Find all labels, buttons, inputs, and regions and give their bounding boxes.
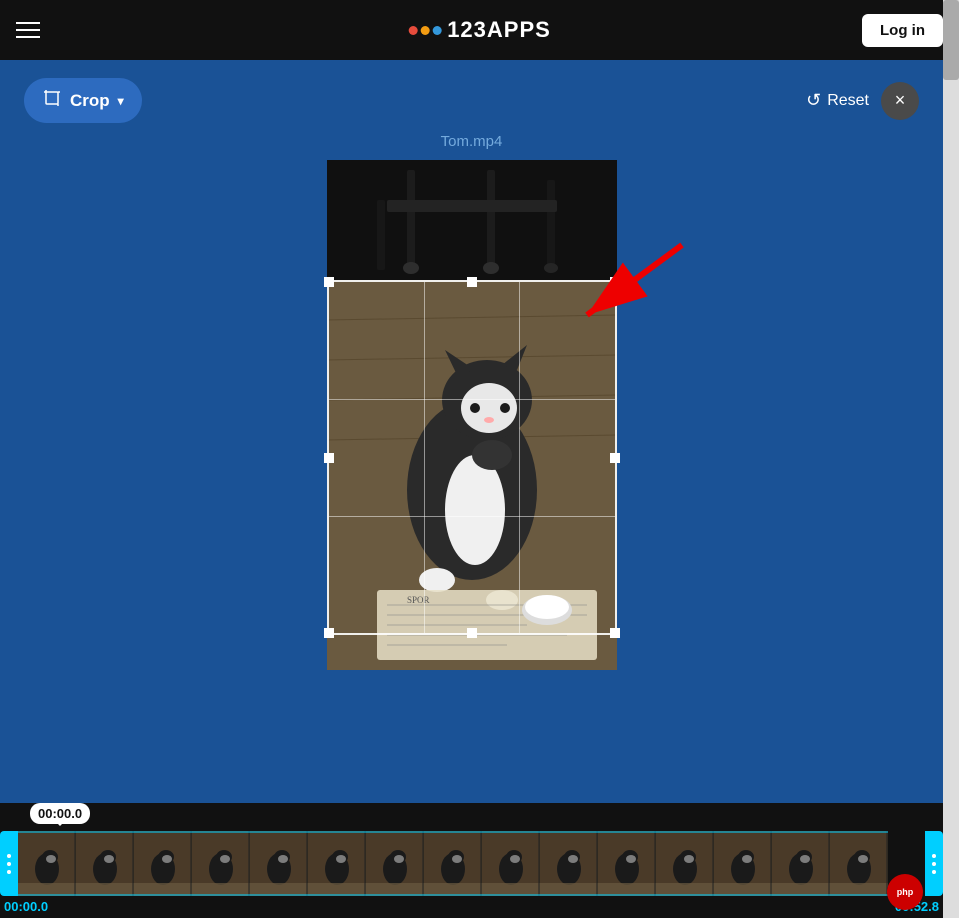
- scrollbar[interactable]: [943, 0, 959, 918]
- crop-handle-br[interactable]: [610, 628, 620, 638]
- logo: 123APPS: [408, 17, 551, 43]
- hamburger-menu[interactable]: [16, 22, 40, 38]
- dot2: [7, 862, 11, 866]
- crop-grid: [329, 282, 615, 633]
- crop-handle-tm[interactable]: [467, 277, 477, 287]
- logo-text: 123APPS: [447, 17, 551, 43]
- toolbar-right: ↺ Reset ×: [806, 82, 919, 120]
- login-button[interactable]: Log in: [862, 14, 943, 47]
- crop-handle-mr[interactable]: [610, 453, 620, 463]
- grid-line-v2: [519, 282, 520, 633]
- crop-button[interactable]: Crop ▾: [24, 78, 142, 123]
- close-icon: ×: [895, 90, 906, 111]
- dot-red: [408, 26, 417, 35]
- dot1: [7, 854, 11, 858]
- thumbnails-strip: [18, 831, 925, 896]
- thumbnail-frames-svg: [18, 831, 888, 896]
- timeline-handle-right[interactable]: [925, 831, 943, 896]
- dot-yellow: [420, 26, 429, 35]
- grid-line-h2: [329, 516, 615, 517]
- time-tooltip: 00:00.0: [30, 803, 90, 824]
- grid-line-h1: [329, 399, 615, 400]
- crop-label: Crop: [70, 91, 110, 111]
- crop-selection[interactable]: [327, 280, 617, 635]
- handle-dots-right: [932, 854, 936, 874]
- red-arrow-annotation: [567, 240, 697, 330]
- reset-button[interactable]: ↺ Reset: [806, 90, 869, 111]
- timeline-area: 00:00.0: [0, 803, 943, 918]
- crop-handle-bl[interactable]: [324, 628, 334, 638]
- php-badge: php: [887, 874, 923, 910]
- crop-handle-bm[interactable]: [467, 628, 477, 638]
- timeline-track: [0, 831, 943, 896]
- navbar: 123APPS Log in: [0, 0, 959, 60]
- dot3: [932, 870, 936, 874]
- toolbar: Crop ▾ ↺ Reset ×: [0, 60, 943, 123]
- time-labels: 00:00.0 00:52.8: [0, 899, 943, 914]
- crop-handle-ml[interactable]: [324, 453, 334, 463]
- dot3: [7, 870, 11, 874]
- grid-line-v1: [424, 282, 425, 633]
- dropdown-arrow-icon: ▾: [118, 94, 124, 108]
- file-title: Tom.mp4: [0, 133, 943, 150]
- logo-dots: [408, 26, 441, 35]
- close-button[interactable]: ×: [881, 82, 919, 120]
- reset-icon: ↺: [806, 90, 821, 111]
- crop-icon: [42, 88, 62, 113]
- reset-label: Reset: [827, 92, 869, 110]
- timeline-handle-left[interactable]: [0, 831, 18, 896]
- handle-dots-left: [7, 854, 11, 874]
- dot2: [932, 862, 936, 866]
- dot1: [932, 854, 936, 858]
- time-start: 00:00.0: [4, 899, 48, 914]
- dot-blue: [432, 26, 441, 35]
- crop-handle-tl[interactable]: [324, 277, 334, 287]
- main-content: Crop ▾ ↺ Reset × Tom.mp4: [0, 60, 943, 918]
- video-container: SPOR: [327, 160, 617, 670]
- scrollbar-thumb[interactable]: [943, 0, 959, 80]
